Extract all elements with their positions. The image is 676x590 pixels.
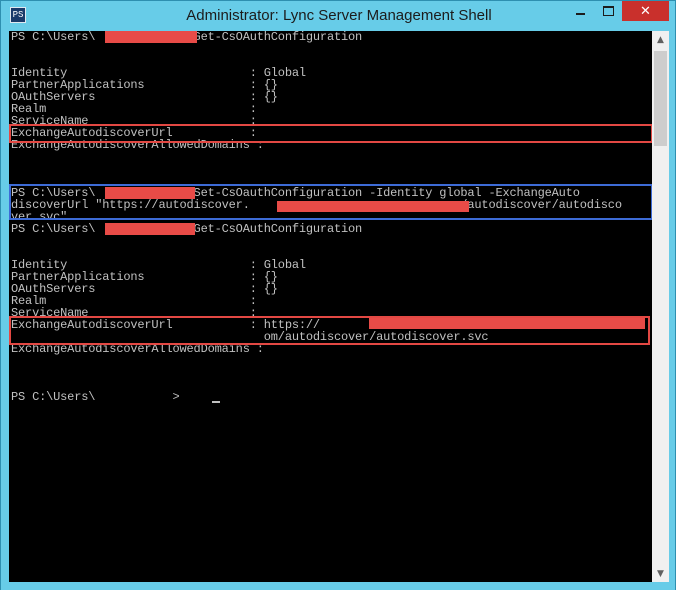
title-bar[interactable]: PS Administrator: Lync Server Management… (1, 1, 675, 31)
console-line: PS C:\Users\ > (11, 390, 187, 404)
vertical-scrollbar[interactable]: ▲ ▼ (652, 31, 669, 582)
highlight-set-command (9, 184, 652, 220)
highlight-autodiscover-empty (9, 124, 652, 143)
text-cursor (212, 401, 220, 403)
redacted-username (105, 223, 195, 235)
redacted-username (105, 31, 197, 43)
console-output[interactable]: PS C:\Users\ > Get-CsOAuthConfiguration … (9, 31, 652, 582)
minimize-icon (575, 13, 585, 15)
highlight-autodiscover-url (9, 316, 650, 345)
minimize-button[interactable] (566, 1, 594, 21)
maximize-button[interactable] (594, 1, 622, 21)
scroll-down-arrow-icon[interactable]: ▼ (652, 565, 669, 582)
window-bottom-border (1, 582, 675, 590)
close-button[interactable]: ✕ (622, 1, 669, 21)
maximize-icon (602, 6, 614, 16)
close-icon: ✕ (640, 3, 651, 19)
scroll-up-arrow-icon[interactable]: ▲ (652, 31, 669, 48)
scrollbar-thumb[interactable] (654, 51, 667, 146)
powershell-window: PS Administrator: Lync Server Management… (0, 0, 676, 590)
